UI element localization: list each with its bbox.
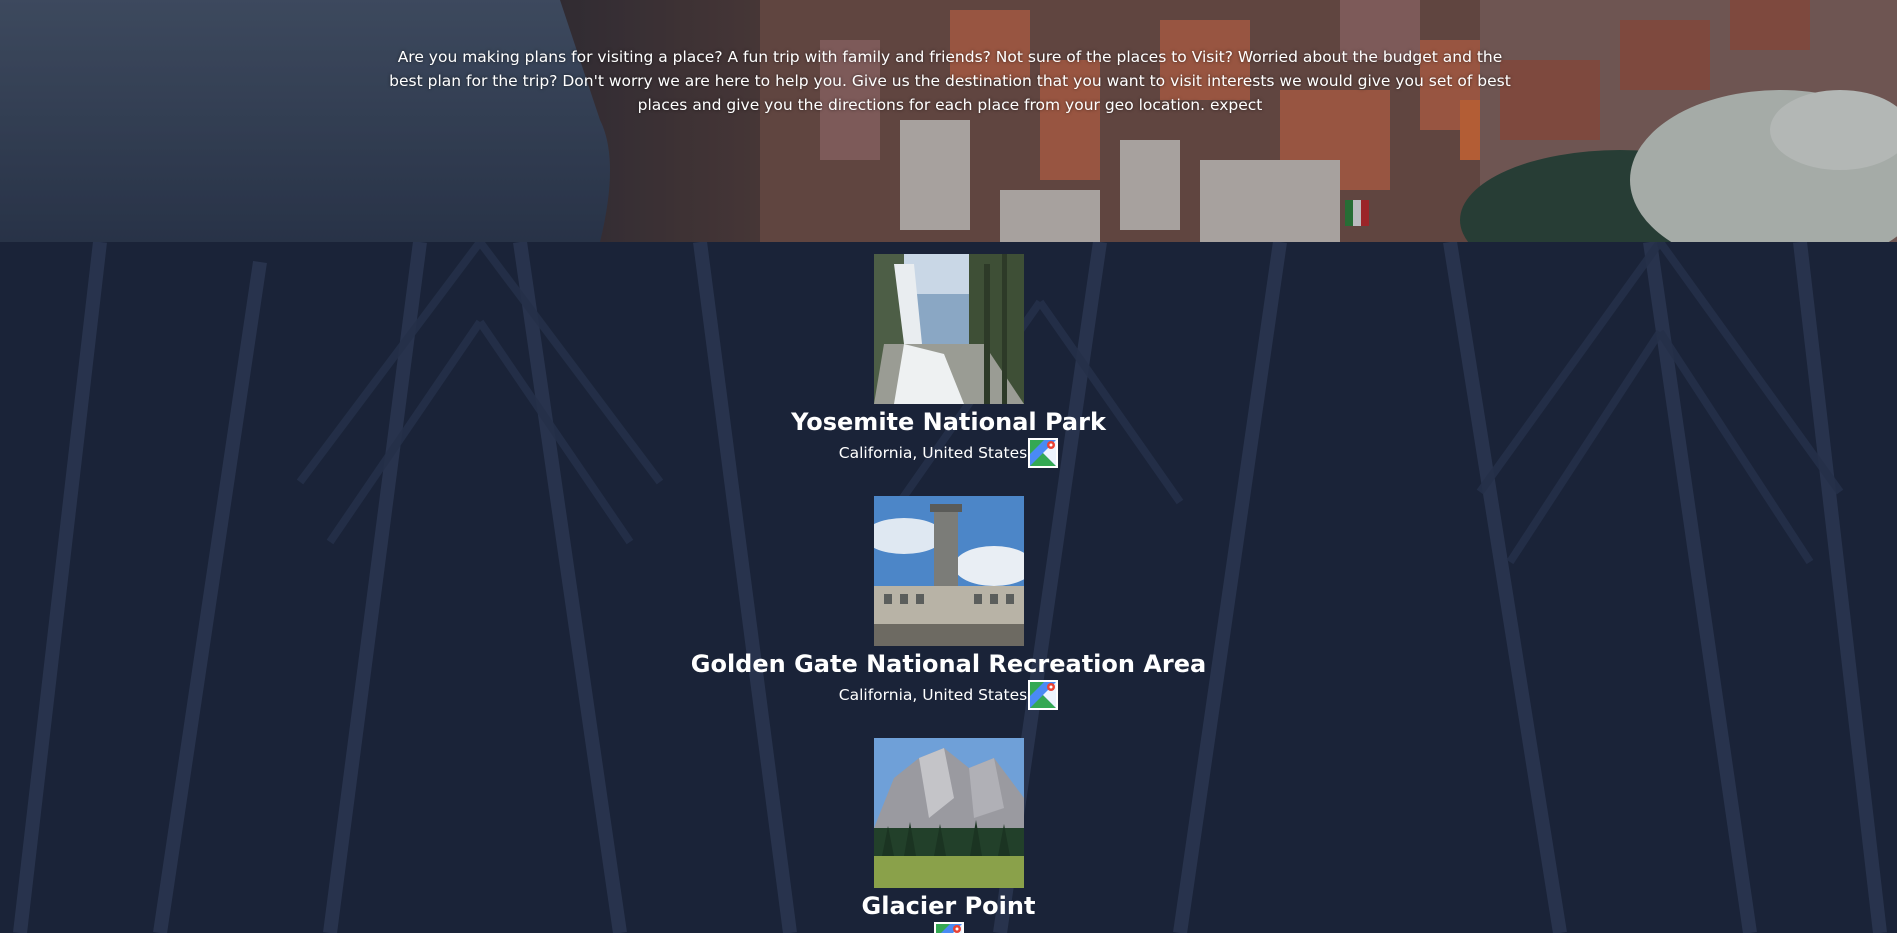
place-card-yosemite: Yosemite National Park California, Unite… — [0, 254, 1897, 468]
place-photo-mountain[interactable] — [873, 738, 1024, 888]
place-card-glacier-point: Glacier Point — [0, 738, 1897, 933]
places-list: Yosemite National Park California, Unite… — [0, 242, 1897, 933]
place-location-row — [933, 922, 964, 933]
place-card-golden-gate: Golden Gate National Recreation Area Cal… — [0, 496, 1897, 710]
place-name: Golden Gate National Recreation Area — [690, 650, 1207, 678]
place-location: California, United States — [838, 686, 1028, 704]
place-photo-lighthouse[interactable] — [873, 496, 1024, 646]
place-name: Yosemite National Park — [791, 408, 1106, 436]
place-name: Glacier Point — [861, 892, 1036, 920]
google-maps-icon[interactable] — [934, 922, 964, 933]
place-photo-waterfall[interactable] — [873, 254, 1024, 404]
place-location: California, United States — [838, 444, 1028, 462]
google-maps-icon[interactable] — [1028, 680, 1059, 710]
hero-background-photo — [0, 0, 1897, 242]
hero-description: Are you making plans for visiting a plac… — [389, 47, 1511, 114]
hero-banner: Are you making plans for visiting a plac… — [0, 0, 1897, 242]
page: Are you making plans for visiting a plac… — [0, 0, 1897, 933]
place-location-row: California, United States — [838, 680, 1059, 710]
google-maps-icon[interactable] — [1028, 438, 1059, 468]
place-location-row: California, United States — [838, 438, 1059, 468]
